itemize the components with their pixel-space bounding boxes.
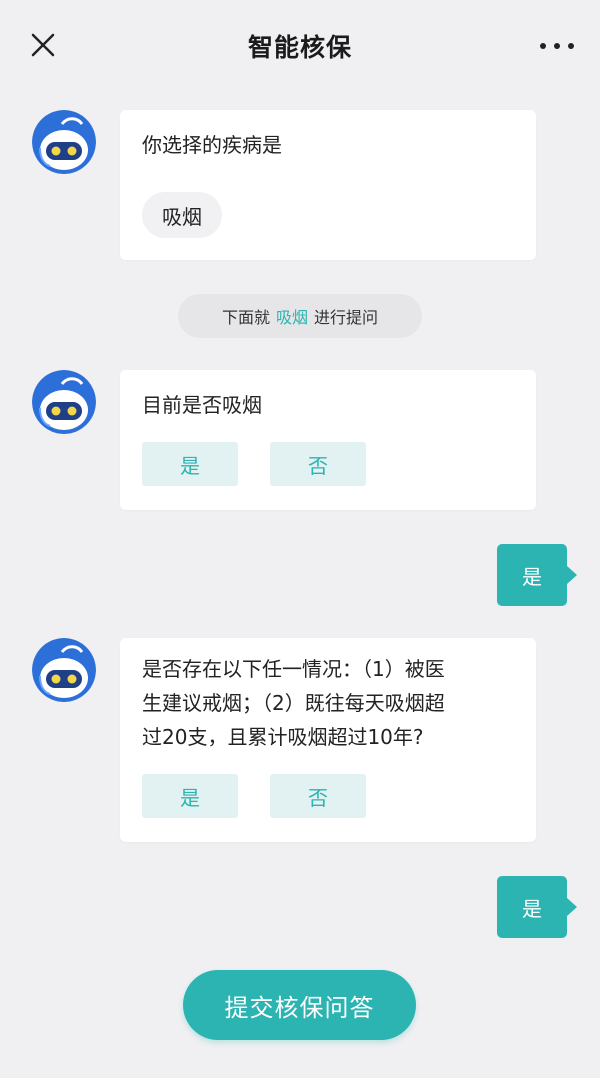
notice-highlight: 吸烟 xyxy=(275,308,308,327)
robot-avatar-icon xyxy=(32,370,96,434)
q1-no-button[interactable]: 否 xyxy=(270,442,366,486)
disease-chip: 吸烟 xyxy=(142,192,222,238)
question-card-2: 是否存在以下任一情况：（1）被医 生建议戒烟；（2）既往每天吸烟超 过20支，且… xyxy=(120,638,536,842)
robot-avatar-icon xyxy=(32,638,96,702)
question-notice: 下面就 吸烟 进行提问 xyxy=(178,294,422,338)
notice-suffix: 进行提问 xyxy=(314,308,379,327)
q2-no-button[interactable]: 否 xyxy=(270,774,366,818)
notice-prefix: 下面就 xyxy=(221,308,270,327)
robot-avatar-icon xyxy=(32,110,96,174)
q2-yes-button[interactable]: 是 xyxy=(142,774,238,818)
question-1-text: 目前是否吸烟 xyxy=(142,393,262,417)
top-bar: 智能核保 xyxy=(0,0,600,92)
submit-underwriting-button[interactable]: 提交核保问答 xyxy=(183,970,416,1040)
user-reply-1: 是 xyxy=(497,544,577,606)
question-2-line-1: 是否存在以下任一情况：（1）被医 xyxy=(142,657,445,681)
question-2-text: 是否存在以下任一情况：（1）被医 生建议戒烟；（2）既往每天吸烟超 过20支，且… xyxy=(142,652,522,754)
page-title: 智能核保 xyxy=(247,33,352,62)
question-2-line-3: 过20支，且累计吸烟超过10年? xyxy=(142,725,424,749)
user-reply-2: 是 xyxy=(497,876,577,938)
q1-yes-button[interactable]: 是 xyxy=(142,442,238,486)
question-2-line-2: 生建议戒烟；（2）既往每天吸烟超 xyxy=(142,691,445,715)
selected-disease-text: 你选择的疾病是 xyxy=(142,133,282,157)
close-icon[interactable] xyxy=(28,30,58,60)
question-card-1: 目前是否吸烟 是 否 xyxy=(120,370,536,510)
more-icon[interactable] xyxy=(540,34,574,58)
selected-disease-card: 你选择的疾病是 吸烟 xyxy=(120,110,536,260)
